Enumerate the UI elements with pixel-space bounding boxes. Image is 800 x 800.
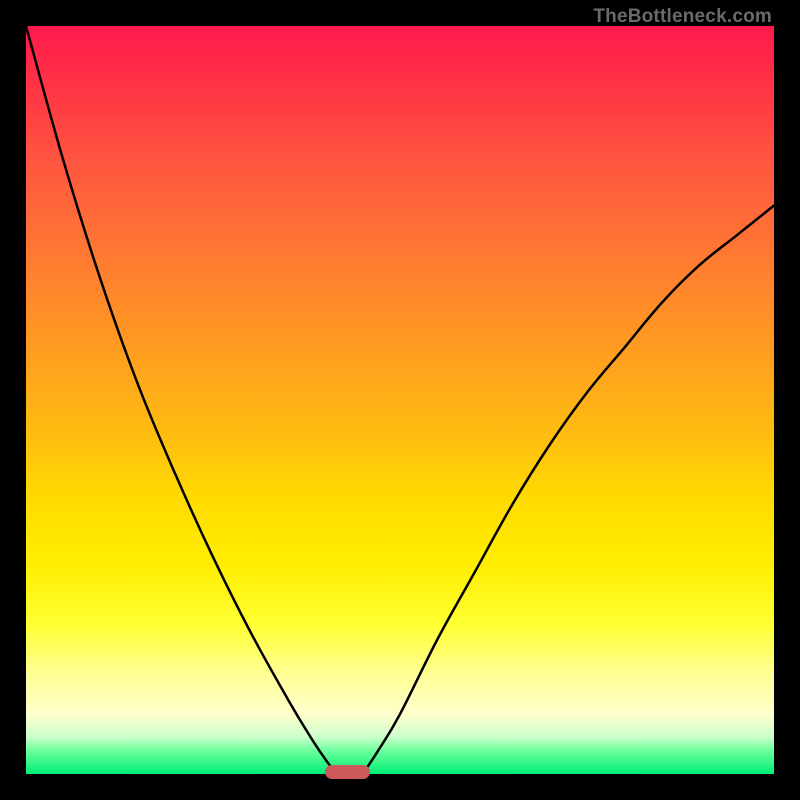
bottleneck-marker: [325, 765, 370, 779]
curve-lines: [26, 26, 774, 774]
chart-frame: TheBottleneck.com: [0, 0, 800, 800]
curve-left-branch: [26, 26, 336, 774]
watermark-text: TheBottleneck.com: [593, 6, 772, 28]
curve-right-branch: [363, 206, 774, 774]
